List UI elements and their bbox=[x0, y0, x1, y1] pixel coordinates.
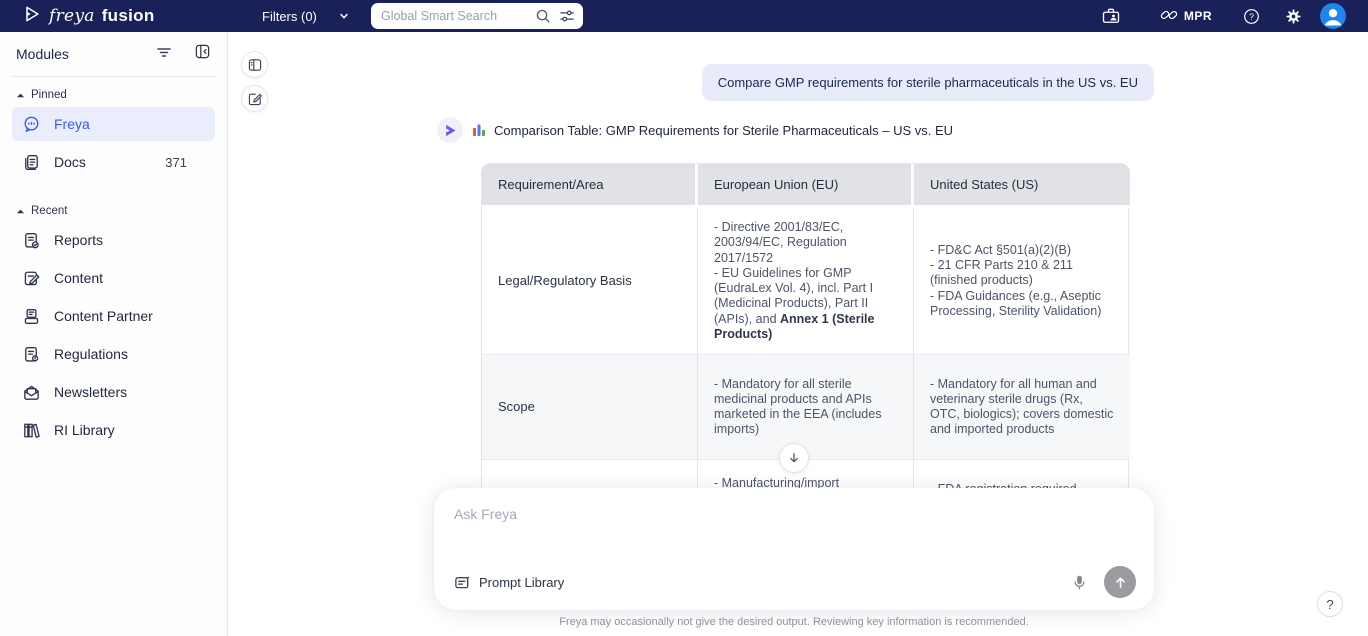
sidebar-item-freya[interactable]: Freya bbox=[12, 107, 215, 141]
global-search bbox=[371, 3, 583, 29]
row-eu-cell: - Directive 2001/83/EC, 2003/94/EC, Regu… bbox=[698, 208, 914, 355]
mpr-links-icon bbox=[1159, 5, 1179, 28]
section-recent-label: Recent bbox=[31, 205, 68, 217]
filters-chevron-down-icon[interactable] bbox=[338, 0, 350, 32]
help-floating-button[interactable]: ? bbox=[1317, 591, 1343, 617]
sidebar-item-content-partner[interactable]: Content Partner bbox=[12, 299, 215, 333]
row-area-cell: Legal/Regulatory Basis bbox=[482, 208, 698, 355]
help-icon[interactable]: ? bbox=[1242, 7, 1261, 26]
filters-button[interactable]: Filters (0) bbox=[262, 0, 317, 32]
section-pinned-label: Pinned bbox=[31, 89, 67, 101]
microphone-icon[interactable] bbox=[1071, 574, 1088, 591]
chat-main-area: Compare GMP requirements for sterile pha… bbox=[229, 32, 1368, 636]
sidebar-item-newsletters[interactable]: Newsletters bbox=[12, 375, 215, 409]
search-input[interactable] bbox=[381, 9, 535, 23]
send-button[interactable] bbox=[1104, 566, 1136, 598]
modules-filter-icon[interactable] bbox=[156, 44, 172, 65]
column-header: Requirement/Area bbox=[482, 164, 698, 208]
content-partner-icon bbox=[22, 307, 41, 326]
compose-icon bbox=[248, 93, 262, 105]
freya-logo-icon bbox=[22, 4, 42, 29]
panel-toggle-icon bbox=[248, 58, 261, 71]
sidebar-divider bbox=[12, 76, 215, 77]
sidebar-item-label: Reports bbox=[54, 232, 104, 248]
prompt-library-button[interactable]: Prompt Library bbox=[454, 574, 564, 591]
sidebar-item-docs[interactable]: Docs 371 bbox=[12, 145, 215, 179]
sidebar-item-ri-library[interactable]: RI Library bbox=[12, 413, 215, 447]
prompt-library-icon bbox=[455, 575, 470, 588]
user-message-bubble: Compare GMP requirements for sterile pha… bbox=[701, 64, 1154, 101]
freya-assistant-avatar bbox=[437, 117, 463, 143]
row-area-cell: Scope bbox=[482, 355, 698, 460]
collapse-sidebar-icon[interactable] bbox=[194, 43, 211, 65]
sidebar-item-label: Newsletters bbox=[54, 384, 128, 400]
sidebar-item-label: RI Library bbox=[54, 422, 115, 438]
newsletter-envelope-icon bbox=[22, 383, 41, 402]
scroll-down-button[interactable] bbox=[779, 443, 809, 473]
user-avatar[interactable] bbox=[1320, 3, 1346, 29]
search-filters-icon[interactable] bbox=[559, 8, 575, 24]
settings-gear-icon[interactable] bbox=[1285, 8, 1302, 25]
arrow-up-icon bbox=[1115, 577, 1125, 588]
row-us-cell: - FD&C Act §501(a)(2)(B) - 21 CFR Parts … bbox=[914, 208, 1130, 355]
sidebar-item-content[interactable]: Content bbox=[12, 261, 215, 295]
ask-freya-input[interactable] bbox=[454, 506, 1134, 558]
table-row: Scope - Mandatory for all sterile medici… bbox=[482, 355, 1130, 460]
caret-up-icon bbox=[16, 93, 25, 98]
sidebar-item-regulations[interactable]: Regulations bbox=[12, 337, 215, 371]
sidebar-item-label: Docs bbox=[54, 154, 86, 170]
response-title: Comparison Table: GMP Requirements for S… bbox=[494, 122, 954, 138]
docs-icon bbox=[22, 153, 41, 172]
row-eu-cell: - Mandatory for all sterile medicinal pr… bbox=[698, 355, 914, 460]
docs-count-badge: 371 bbox=[165, 154, 187, 170]
column-header: European Union (EU) bbox=[698, 164, 914, 208]
toggle-chat-panel-button[interactable] bbox=[241, 51, 268, 78]
app-logo[interactable]: freya fusion bbox=[22, 0, 155, 32]
brand-name-fusion: fusion bbox=[101, 6, 155, 25]
modules-sidebar: Modules Pinned Freya Docs 371 Recent Rep… bbox=[0, 32, 228, 636]
mpr-button[interactable]: MPR bbox=[1159, 5, 1212, 28]
arrow-down-icon bbox=[790, 453, 798, 463]
section-recent[interactable]: Recent bbox=[16, 205, 211, 217]
search-icon[interactable] bbox=[535, 8, 551, 24]
top-navbar: freya fusion Filters (0) MPR ? bbox=[0, 0, 1368, 32]
sidebar-item-reports[interactable]: Reports bbox=[12, 223, 215, 257]
content-edit-icon bbox=[22, 269, 41, 288]
sidebar-item-label: Content bbox=[54, 270, 104, 286]
table-header-row: Requirement/Area European Union (EU) Uni… bbox=[482, 164, 1130, 208]
row-us-cell: - Mandatory for all human and veterinary… bbox=[914, 355, 1130, 460]
chat-bubble-icon bbox=[22, 115, 41, 134]
disclaimer-text: Freya may occasionally not give the desi… bbox=[559, 616, 1029, 628]
ask-freya-composer: Prompt Library bbox=[434, 488, 1154, 610]
column-header: United States (US) bbox=[914, 164, 1130, 208]
bar-chart-icon bbox=[473, 124, 485, 136]
mpr-label: MPR bbox=[1183, 9, 1212, 23]
section-pinned[interactable]: Pinned bbox=[16, 89, 211, 101]
sidebar-item-label: Regulations bbox=[54, 346, 128, 362]
report-document-icon bbox=[22, 231, 41, 250]
sidebar-title: Modules bbox=[16, 46, 69, 62]
table-row: Legal/Regulatory Basis - Directive 2001/… bbox=[482, 208, 1130, 355]
caret-up-icon bbox=[16, 209, 25, 214]
svg-text:?: ? bbox=[1249, 11, 1254, 21]
new-chat-button[interactable] bbox=[241, 85, 268, 112]
library-books-icon bbox=[22, 421, 41, 440]
sidebar-item-label: Content Partner bbox=[54, 308, 153, 324]
sidebar-item-label: Freya bbox=[54, 116, 90, 132]
prompt-library-label: Prompt Library bbox=[479, 574, 565, 590]
workspace-briefcase-icon[interactable] bbox=[1101, 6, 1121, 26]
brand-name-freya: freya bbox=[49, 6, 95, 26]
regulations-icon bbox=[22, 345, 41, 364]
